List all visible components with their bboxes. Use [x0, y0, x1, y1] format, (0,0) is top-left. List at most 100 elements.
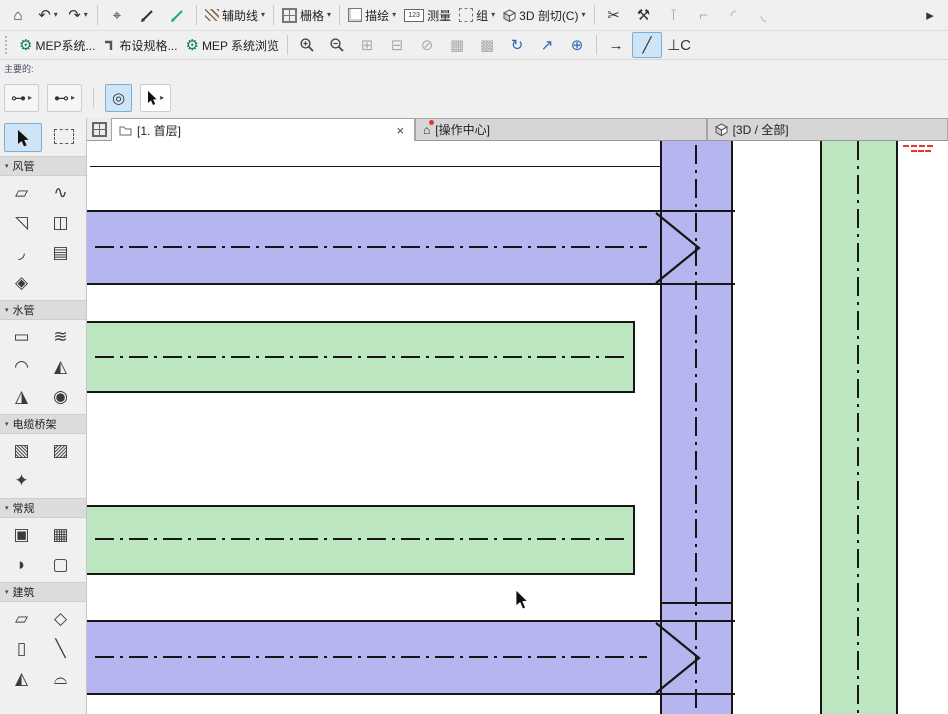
chamfer-button[interactable]: ◟ — [750, 3, 778, 27]
mep-system-button[interactable]: ⚙ MEP系统... — [16, 33, 98, 57]
hatch-button[interactable]: ▩ — [473, 33, 501, 57]
undo-button[interactable]: ↶▾ — [34, 3, 62, 27]
pipe-section-header[interactable]: ▾水管 — [0, 300, 86, 320]
group-dropdown[interactable]: 组 ▾ — [456, 3, 498, 27]
centerline — [95, 656, 647, 658]
zoom-out-button[interactable] — [323, 33, 351, 57]
pipe-equipment-tool[interactable]: ◉ — [41, 382, 80, 412]
fitting-tool[interactable]: ◗ — [2, 550, 41, 580]
trace-dropdown[interactable]: 描绘 ▾ — [345, 3, 399, 27]
toolbar-overflow-button[interactable]: ▸ — [916, 3, 944, 27]
section-label: 常规 — [13, 500, 35, 516]
tab-operation-center[interactable]: ⌂ [操作中心] — [415, 118, 707, 140]
cursor-icon — [17, 129, 30, 147]
route-direction-button[interactable]: → — [602, 33, 630, 57]
opening-tool[interactable]: ▢ — [41, 550, 80, 580]
flex-duct-tool[interactable]: ∿ — [41, 178, 80, 208]
fillet-button[interactable]: ◜ — [720, 3, 748, 27]
home-button[interactable]: ⌂ — [4, 3, 32, 27]
cable-tray-section-header[interactable]: ▾电缆桥架 — [0, 414, 86, 434]
duct-junction-tool[interactable]: ◫ — [41, 208, 80, 238]
cable-tray-tool[interactable]: ▧ — [2, 436, 41, 466]
context-label: 主要的: — [4, 62, 34, 75]
guide-lines-dropdown[interactable]: 辅助线 ▾ — [202, 3, 268, 27]
duct-bend-tool[interactable]: ◞ — [2, 238, 41, 268]
slab-tool[interactable]: ◇ — [41, 604, 80, 634]
split-view-button[interactable] — [87, 118, 111, 140]
scissors-icon: ✂ — [607, 6, 620, 24]
connection-option-button[interactable]: ⊷ ▸ — [47, 84, 82, 112]
tab-3d-view[interactable]: [3D / 全部] — [707, 118, 948, 140]
routing-spec-label: 布设规格... — [119, 37, 177, 54]
pipe-junction-tool[interactable]: ◭ — [41, 352, 80, 382]
previous-view-button[interactable]: ⊟ — [383, 33, 411, 57]
mep-system-label: MEP系统... — [35, 37, 95, 54]
redo-button[interactable]: ↷▾ — [64, 3, 92, 27]
cable-tray-bend-tool[interactable]: ▨ — [41, 436, 80, 466]
selection-tools — [0, 118, 86, 156]
building-section-header[interactable]: ▾建筑 — [0, 582, 86, 602]
toolbar-drag-handle[interactable] — [5, 36, 11, 54]
circle-icon: ◎ — [112, 89, 125, 107]
cable-tray-junction-tool[interactable]: ✦ — [2, 466, 41, 496]
grid-dropdown[interactable]: 栅格 ▾ — [279, 3, 334, 27]
duct-transition-tool[interactable]: ◹ — [2, 208, 41, 238]
connection-button[interactable]: ⊥C — [664, 33, 694, 57]
select-tool-button[interactable]: ▸ — [140, 84, 171, 112]
split-button[interactable]: ✂ — [600, 3, 628, 27]
duct-equipment-tool[interactable]: ◈ — [2, 268, 41, 298]
terminal-tool[interactable]: ▦ — [41, 520, 80, 550]
collapse-icon: ▾ — [5, 588, 9, 596]
separator — [93, 88, 94, 108]
zoom-in-button[interactable] — [293, 33, 321, 57]
mep-browser-button[interactable]: ⚙ MEP 系统浏览 — [182, 33, 282, 57]
marquee-tool[interactable] — [46, 123, 82, 150]
general-section-header[interactable]: ▾常规 — [0, 498, 86, 518]
tab-floor-label: [1. 首层] — [137, 122, 181, 139]
annotate-button[interactable]: ↗ — [533, 33, 561, 57]
arrow-tool[interactable] — [4, 123, 42, 152]
routing-spec-button[interactable]: 布设规格... — [100, 33, 180, 57]
port2-icon: ⊷ — [54, 89, 69, 107]
duct-tool[interactable]: ▱ — [2, 178, 41, 208]
wall-tool[interactable]: ▱ — [2, 604, 41, 634]
grid-icon — [282, 8, 297, 23]
diagonal-line-tool-button[interactable]: ╱ — [632, 32, 662, 58]
add-view-button[interactable]: ⊕ — [563, 33, 591, 57]
roof-tool[interactable]: ◭ — [2, 664, 41, 694]
routing-option-button[interactable]: ⊶ ▸ — [4, 84, 39, 112]
pipe-transition-tool[interactable]: ◮ — [2, 382, 41, 412]
equipment-tool[interactable]: ▣ — [2, 520, 41, 550]
floor-plan-canvas[interactable] — [87, 141, 948, 714]
snap-guides-toggle[interactable]: ◎ — [105, 84, 132, 112]
tab-floor-plan[interactable]: [1. 首层] × — [111, 118, 415, 141]
fit-view-button[interactable]: ⊞ — [353, 33, 381, 57]
disable-button[interactable]: ⊘ — [413, 33, 441, 57]
trim-button[interactable]: ⊺ — [660, 3, 688, 27]
close-icon[interactable]: × — [393, 123, 407, 138]
refresh-button[interactable]: ↻ — [503, 33, 531, 57]
column-tool[interactable]: ▯ — [2, 634, 41, 664]
mep-browser-icon: ⚙ — [185, 36, 198, 54]
pipe-run-2[interactable] — [87, 505, 633, 575]
layers-button[interactable]: ▦ — [443, 33, 471, 57]
flex-pipe-tool[interactable]: ≋ — [41, 322, 80, 352]
pipe-tool[interactable]: ▭ — [2, 322, 41, 352]
pipe-tools: ▭≋◠◭◮◉ — [0, 320, 86, 414]
adjust-button[interactable]: ⚒ — [630, 3, 658, 27]
inject-parameters-button[interactable] — [163, 3, 191, 27]
shell-tool[interactable]: ⌓ — [41, 664, 80, 694]
duct-riser-tool[interactable]: ▤ — [41, 238, 80, 268]
duct-outline — [87, 620, 735, 622]
cut3d-dropdown[interactable]: 3D 剖切(C) ▾ — [500, 3, 588, 27]
collapse-icon: ▾ — [5, 306, 9, 314]
intersect-button[interactable]: ⌐ — [690, 3, 718, 27]
pickup-parameters-button[interactable] — [133, 3, 161, 27]
find-select-button[interactable]: ⌖ — [103, 3, 131, 27]
duct-section-header[interactable]: ▾风管 — [0, 156, 86, 176]
pipe-bend-tool[interactable]: ◠ — [2, 352, 41, 382]
pipe-run-vertical[interactable] — [820, 141, 898, 714]
info-box-buttons: ⊶ ▸ ⊷ ▸ ◎ ▸ — [4, 84, 171, 112]
beam-tool[interactable]: ╲ — [41, 634, 80, 664]
measure-button[interactable]: 123 测量 — [401, 3, 454, 27]
